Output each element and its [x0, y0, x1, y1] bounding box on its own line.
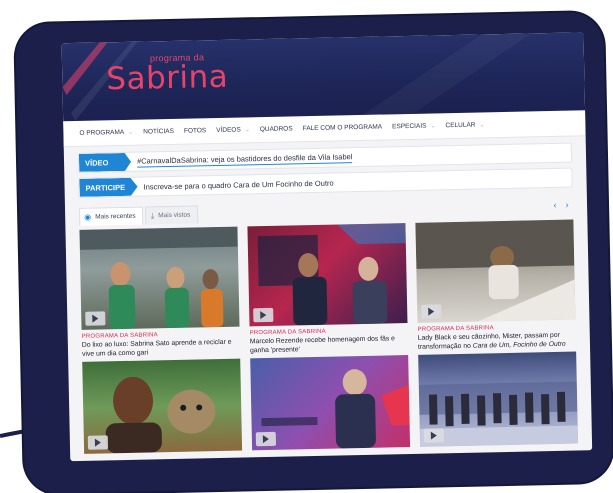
- chevron-left-icon[interactable]: ‹: [549, 198, 561, 212]
- nav-item-label: QUADROS: [259, 125, 293, 134]
- nav-item-label: FALE COM O PROGRAMA: [302, 123, 383, 133]
- nav-item[interactable]: O PROGRAMA ⌄: [79, 129, 133, 137]
- play-icon: [423, 428, 444, 443]
- video-thumbnail[interactable]: [250, 355, 411, 451]
- nav-item[interactable]: FALE COM O PROGRAMA: [303, 124, 383, 133]
- browser-viewport: programa da Sabrina O PROGRAMA ⌄ NOTÍCIAS F…: [61, 32, 593, 462]
- video-thumbnail[interactable]: [247, 223, 408, 327]
- chevron-down-icon: ⌄: [479, 122, 485, 129]
- chevron-right-icon[interactable]: ›: [561, 198, 573, 212]
- nav-item[interactable]: VÍDEOS ⌄: [216, 126, 250, 135]
- eye-icon: ◉: [84, 212, 92, 222]
- video-link[interactable]: #CarnavalDaSabrina: veja os bastidores d…: [136, 151, 353, 168]
- play-icon: [85, 311, 106, 326]
- video-card[interactable]: PROGRAMA DA SABRINA Marcelo Rezende rece…: [247, 223, 408, 358]
- play-icon: [255, 431, 277, 447]
- video-card[interactable]: PROGRAMA DA SABRINA Do lixo ao luxo: Sab…: [79, 226, 240, 362]
- video-thumbnail[interactable]: [418, 351, 579, 447]
- video-grid: PROGRAMA DA SABRINA Do lixo ao luxo: Sab…: [79, 219, 579, 454]
- tab-mais-vistos[interactable]: ⤓ Mais vistos: [145, 205, 199, 225]
- tab-label: Mais vistos: [158, 211, 191, 220]
- video-thumbnail[interactable]: [415, 219, 576, 323]
- main-content: VÍDEO #CarnavalDaSabrina: veja os bastid…: [64, 136, 592, 454]
- video-card[interactable]: [418, 351, 579, 447]
- nav-item-label: ESPECIAIS: [392, 122, 427, 131]
- tablet-frame: programa da Sabrina O PROGRAMA ⌄ NOTÍCIAS F…: [15, 11, 613, 493]
- video-card[interactable]: PROGRAMA DA SABRINA Lady Black e seu cão…: [415, 219, 576, 355]
- nav-item-label: VÍDEOS: [216, 126, 241, 135]
- chevron-down-icon: ⌄: [430, 123, 436, 130]
- nav-item-label: CELULAR: [445, 121, 476, 130]
- chevron-down-icon: ⌄: [244, 127, 250, 134]
- site-header: programa da Sabrina: [61, 32, 586, 122]
- video-thumbnail[interactable]: [79, 226, 240, 330]
- logo-title: Sabrina: [105, 58, 229, 98]
- video-tag: VÍDEO: [79, 153, 131, 172]
- tab-mais-recentes[interactable]: ◉ Mais recentes: [79, 206, 144, 226]
- nav-item-label: NOTÍCIAS: [143, 127, 175, 136]
- tab-label: Mais recentes: [95, 212, 136, 221]
- video-card[interactable]: [82, 358, 243, 454]
- nav-item[interactable]: FOTOS: [184, 127, 206, 134]
- nav-item[interactable]: ESPECIAIS ⌄: [392, 122, 436, 131]
- download-icon: ⤓: [150, 210, 155, 220]
- participe-tag: PARTICIPE: [79, 178, 137, 197]
- nav-item[interactable]: QUADROS: [260, 125, 293, 133]
- card-title-emphasis: Cara de Um, Focinho de Outro: [472, 340, 566, 350]
- carousel-controls: ‹ ›: [549, 198, 573, 212]
- play-icon: [253, 307, 274, 323]
- participe-link[interactable]: Inscreva-se para o quadro Cara de Um Foc…: [143, 178, 333, 191]
- chevron-down-icon: ⌄: [128, 129, 134, 136]
- video-card[interactable]: [250, 355, 411, 451]
- play-icon: [421, 304, 442, 319]
- play-icon: [87, 435, 109, 450]
- site-logo[interactable]: programa da Sabrina: [105, 52, 229, 98]
- nav-item-label: O PROGRAMA: [79, 128, 125, 137]
- nav-item[interactable]: NOTÍCIAS: [143, 128, 174, 136]
- video-thumbnail[interactable]: [82, 358, 243, 454]
- nav-item[interactable]: CELULAR ⌄: [445, 121, 485, 130]
- participe-bar[interactable]: PARTICIPE Inscreva-se para o quadro Cara…: [78, 167, 573, 198]
- nav-item-label: FOTOS: [183, 127, 207, 135]
